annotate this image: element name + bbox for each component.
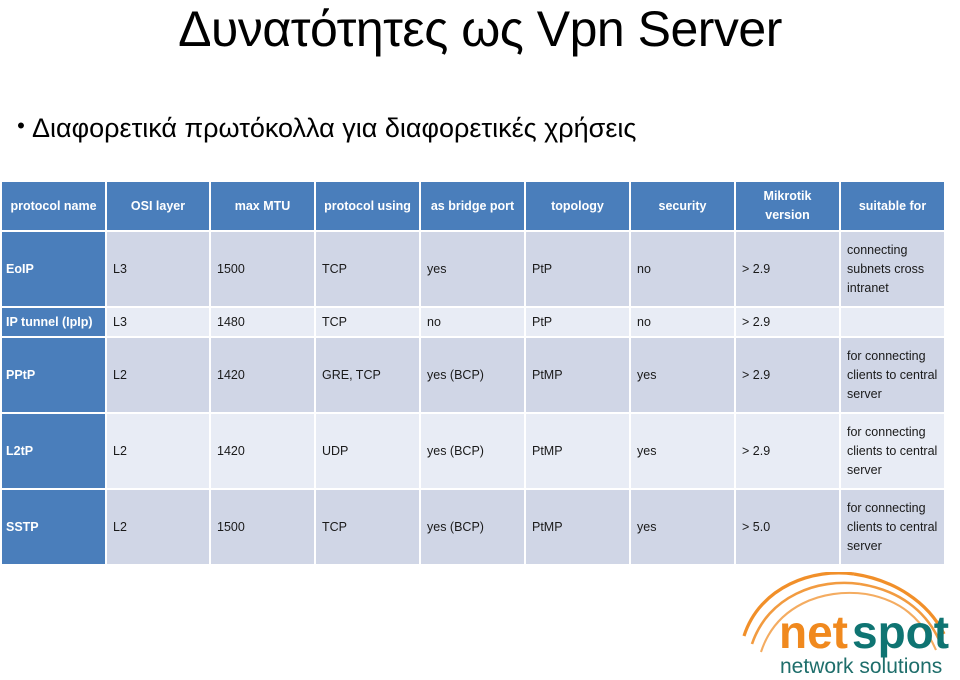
cell-as-bridge-port: yes xyxy=(421,232,524,306)
bullet-item: • Διαφορετικά πρωτόκολλα για διαφορετικέ… xyxy=(10,113,950,144)
cell-security: yes xyxy=(631,338,734,412)
table-header-row: protocol name OSI layer max MTU protocol… xyxy=(2,182,944,230)
col-header-protocol-name: protocol name xyxy=(2,182,105,230)
bullet-text: Διαφορετικά πρωτόκολλα για διαφορετικές … xyxy=(32,113,637,143)
cell-topology: PtP xyxy=(526,232,629,306)
cell-security: yes xyxy=(631,414,734,488)
cell-osi-layer: L3 xyxy=(107,308,209,336)
cell-protocol-name: PPtP xyxy=(2,338,105,412)
cell-protocol-using: UDP xyxy=(316,414,419,488)
netspot-logo: net spot network solutions xyxy=(742,572,960,680)
table-row: L2tP L2 1420 UDP yes (BCP) PtMP yes > 2.… xyxy=(2,414,944,488)
cell-osi-layer: L3 xyxy=(107,232,209,306)
logo-tagline: network solutions xyxy=(780,655,942,678)
protocol-comparison-table: protocol name OSI layer max MTU protocol… xyxy=(0,180,946,566)
cell-protocol-name: SSTP xyxy=(2,490,105,564)
cell-max-mtu: 1420 xyxy=(211,338,314,412)
cell-mikrotik-version: > 2.9 xyxy=(736,308,839,336)
table-row: SSTP L2 1500 TCP yes (BCP) PtMP yes > 5.… xyxy=(2,490,944,564)
col-header-security: security xyxy=(631,182,734,230)
cell-max-mtu: 1500 xyxy=(211,490,314,564)
cell-topology: PtMP xyxy=(526,490,629,564)
col-header-mikrotik-version: Mikrotik version xyxy=(736,182,839,230)
cell-protocol-name: L2tP xyxy=(2,414,105,488)
cell-protocol-using: TCP xyxy=(316,308,419,336)
cell-suitable-for: connecting subnets cross intranet xyxy=(841,232,944,306)
cell-max-mtu: 1480 xyxy=(211,308,314,336)
col-header-protocol-using: protocol using xyxy=(316,182,419,230)
cell-osi-layer: L2 xyxy=(107,338,209,412)
cell-security: yes xyxy=(631,490,734,564)
cell-osi-layer: L2 xyxy=(107,490,209,564)
cell-protocol-name: EoIP xyxy=(2,232,105,306)
cell-topology: PtMP xyxy=(526,338,629,412)
cell-max-mtu: 1420 xyxy=(211,414,314,488)
table-row: EoIP L3 1500 TCP yes PtP no > 2.9 connec… xyxy=(2,232,944,306)
cell-suitable-for: for connecting clients to central server xyxy=(841,490,944,564)
cell-suitable-for xyxy=(841,308,944,336)
col-header-osi-layer: OSI layer xyxy=(107,182,209,230)
cell-protocol-using: TCP xyxy=(316,490,419,564)
cell-protocol-using: TCP xyxy=(316,232,419,306)
cell-mikrotik-version: > 2.9 xyxy=(736,414,839,488)
cell-suitable-for: for connecting clients to central server xyxy=(841,414,944,488)
col-header-max-mtu: max MTU xyxy=(211,182,314,230)
page-title: Δυνατότητες ως Vpn Server xyxy=(178,1,782,57)
cell-mikrotik-version: > 2.9 xyxy=(736,232,839,306)
cell-security: no xyxy=(631,232,734,306)
cell-topology: PtP xyxy=(526,308,629,336)
cell-as-bridge-port: no xyxy=(421,308,524,336)
cell-topology: PtMP xyxy=(526,414,629,488)
col-header-suitable-for: suitable for xyxy=(841,182,944,230)
cell-as-bridge-port: yes (BCP) xyxy=(421,338,524,412)
cell-mikrotik-version: > 2.9 xyxy=(736,338,839,412)
cell-security: no xyxy=(631,308,734,336)
bullet-marker-icon: • xyxy=(17,113,25,138)
table-row: IP tunnel (IpIp) L3 1480 TCP no PtP no >… xyxy=(2,308,944,336)
cell-as-bridge-port: yes (BCP) xyxy=(421,490,524,564)
slide: Δυνατότητες ως Vpn Server • Διαφορετικά … xyxy=(0,0,960,680)
cell-protocol-using: GRE, TCP xyxy=(316,338,419,412)
col-header-as-bridge-port: as bridge port xyxy=(421,182,524,230)
cell-osi-layer: L2 xyxy=(107,414,209,488)
cell-as-bridge-port: yes (BCP) xyxy=(421,414,524,488)
col-header-topology: topology xyxy=(526,182,629,230)
cell-max-mtu: 1500 xyxy=(211,232,314,306)
logo-word-spot: spot xyxy=(852,606,949,658)
cell-suitable-for: for connecting clients to central server xyxy=(841,338,944,412)
cell-protocol-name: IP tunnel (IpIp) xyxy=(2,308,105,336)
cell-mikrotik-version: > 5.0 xyxy=(736,490,839,564)
table-row: PPtP L2 1420 GRE, TCP yes (BCP) PtMP yes… xyxy=(2,338,944,412)
logo-word-net: net xyxy=(779,606,848,658)
